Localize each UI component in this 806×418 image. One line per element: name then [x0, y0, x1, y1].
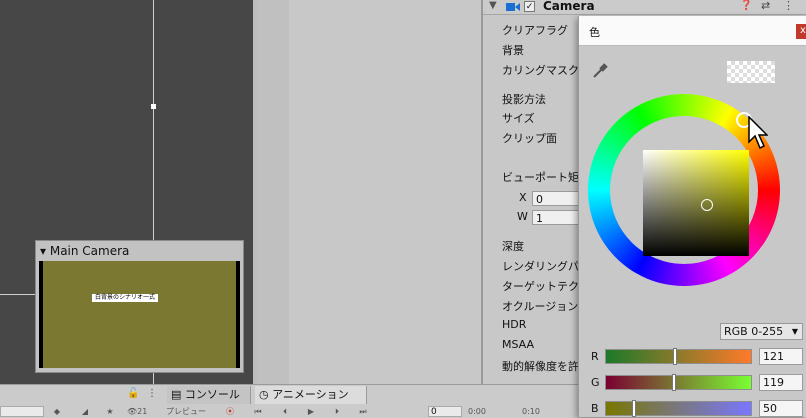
background-label: 背景	[502, 44, 524, 57]
favorite-star-icon[interactable]: ★	[103, 407, 117, 417]
last-keyframe-icon[interactable]: ⏭	[356, 407, 370, 417]
sv-marker[interactable]	[701, 199, 713, 211]
clipping-planes-label: クリップ面	[502, 132, 557, 145]
bottom-panel: 🔓 ⋮ ▤ コンソール ◷ アニメーション ◆ ◢ ★ 👁21 プレビュー ⦿ …	[0, 384, 578, 418]
tab-animation[interactable]: ◷ アニメーション	[255, 386, 367, 404]
hdr-label: HDR	[502, 318, 527, 331]
foldout-arrow-icon[interactable]: ▼	[489, 0, 497, 11]
chevron-down-icon: ▼	[791, 327, 798, 336]
eye-icon: 👁	[127, 407, 138, 416]
component-title: Camera	[543, 0, 595, 13]
play-icon[interactable]: ▶	[304, 407, 318, 417]
color-mode-select[interactable]: RGB 0-255 ▼	[720, 323, 803, 340]
channel-r-label: R	[591, 350, 599, 363]
channel-b-slider[interactable]	[605, 400, 752, 417]
viewport-w-label: W	[517, 210, 528, 223]
layers-visibility-count[interactable]: 👁21	[127, 407, 159, 417]
color-swatch-preview	[727, 61, 775, 83]
projection-label: 投影方法	[502, 93, 546, 106]
timeline-time-start: 0:00	[468, 407, 486, 416]
color-picker-title: 色	[589, 26, 600, 39]
channel-b-label: B	[591, 402, 599, 415]
color-picker-window: 色 x RGB 0-255 ▼ R 121 G 119 B 50	[578, 16, 806, 417]
rendering-path-label: レンダリングパス	[502, 260, 590, 273]
more-options-icon[interactable]: ⋮	[783, 0, 794, 12]
channel-g-value[interactable]: 119	[759, 374, 803, 391]
camera-component-header[interactable]: ▼ ✓ Camera ❓ ⇄ ⋮	[483, 0, 806, 15]
close-button[interactable]: x	[796, 24, 806, 39]
eyedropper-icon[interactable]	[592, 63, 608, 79]
mouse-cursor-icon	[748, 116, 768, 150]
msaa-label: MSAA	[502, 338, 535, 351]
more-options-icon[interactable]: ⋮	[147, 388, 157, 400]
viewport-x-field[interactable]: 0	[532, 191, 580, 206]
scene-handle[interactable]	[151, 104, 156, 109]
next-keyframe-icon[interactable]: ⏵	[330, 407, 344, 417]
dynamic-resolution-label: 動的解像度を許	[502, 360, 579, 373]
channel-b-value[interactable]: 50	[759, 400, 803, 417]
tag-icon[interactable]: ◢	[78, 407, 92, 417]
channel-g-thumb[interactable]	[671, 374, 676, 391]
camera-preview-window: ▾ Main Camera 白背景のシナリオ一式	[35, 240, 244, 373]
component-enabled-checkbox[interactable]: ✓	[524, 1, 535, 12]
hierarchy-panel[interactable]	[257, 0, 289, 384]
first-keyframe-icon[interactable]: ⏮	[251, 407, 265, 417]
lock-icon[interactable]: 🔓	[127, 388, 139, 400]
camera-preview-view: 白背景のシナリオ一式	[43, 261, 236, 368]
animation-clock-icon: ◷	[259, 388, 269, 401]
channel-r-thumb[interactable]	[672, 348, 677, 365]
help-icon[interactable]: ❓	[740, 0, 752, 11]
project-panel[interactable]	[289, 0, 481, 384]
prev-keyframe-icon[interactable]: ⏴	[278, 407, 292, 417]
viewport-rect-label: ビューポート矩形	[502, 171, 590, 184]
depth-label: 深度	[502, 240, 524, 253]
channel-r-slider[interactable]	[605, 348, 752, 365]
search-field[interactable]	[0, 406, 44, 417]
preview-toggle[interactable]: プレビュー	[166, 407, 216, 417]
channel-r-value[interactable]: 121	[759, 348, 803, 365]
preset-icon[interactable]: ⇄	[761, 0, 770, 12]
viewport-x-label: X	[519, 191, 527, 204]
timeline-time-mark: 0:10	[522, 407, 540, 416]
size-label: サイズ	[502, 112, 535, 125]
viewport-w-field[interactable]: 1	[532, 210, 580, 225]
clear-flags-label: クリアフラグ	[502, 24, 568, 37]
channel-b-thumb[interactable]	[632, 400, 637, 417]
camera-component-icon	[506, 3, 520, 11]
console-icon: ▤	[171, 388, 182, 401]
tab-console[interactable]: ▤ コンソール	[167, 386, 251, 404]
camera-preview-text: 白背景のシナリオ一式	[92, 294, 159, 302]
color-picker-titlebar[interactable]: 色 x	[579, 16, 806, 46]
camera-preview-title: ▾ Main Camera	[40, 244, 130, 258]
camera-preview-screen: 白背景のシナリオ一式	[39, 261, 240, 368]
channel-g-label: G	[591, 376, 600, 389]
scene-grid-line	[0, 294, 36, 295]
saturation-value-square[interactable]	[643, 150, 749, 256]
record-icon[interactable]: ⦿	[223, 407, 237, 417]
scene-visibility-icon[interactable]: ◆	[50, 407, 64, 417]
culling-mask-label: カリングマスク	[502, 64, 579, 77]
frame-field[interactable]: 0	[428, 406, 462, 417]
channel-g-slider[interactable]	[605, 374, 752, 391]
